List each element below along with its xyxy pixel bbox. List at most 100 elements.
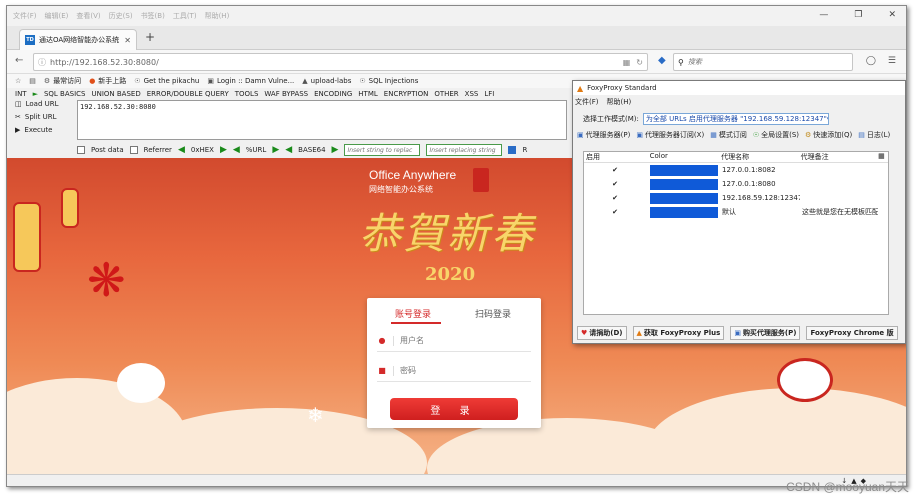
menu-edit[interactable]: 编辑(E) <box>45 11 69 21</box>
mouse-mascot <box>777 358 833 402</box>
url-right-arrow-icon[interactable]: ▶ <box>272 145 279 155</box>
referrer-checkbox[interactable] <box>129 146 138 154</box>
base64-right-arrow-icon[interactable]: ▶ <box>332 145 339 155</box>
donate-button[interactable]: ♥ 请捐助(D) <box>577 326 627 340</box>
get-plus-button[interactable]: ▲ 获取 FoxyProxy Plus <box>632 326 725 340</box>
cloud-decoration <box>647 388 906 474</box>
bookmark-dvwa[interactable]: ▣ Login :: Damn Vulne... <box>207 77 294 85</box>
insert-string-input[interactable] <box>344 144 421 156</box>
base64-left-arrow-icon[interactable]: ◀ <box>285 145 292 155</box>
hackbar-menu-xss[interactable]: XSS <box>465 90 479 98</box>
table-row[interactable]: ✔ 192.168.59.128:12347 <box>584 191 888 205</box>
replace-checkbox[interactable] <box>508 146 517 154</box>
post-data-label: Post data <box>91 146 124 154</box>
hackbar-menu-encoding[interactable]: ENCODING <box>314 90 352 98</box>
firework-icon: ❋ <box>87 253 126 307</box>
load-url-button[interactable]: ◫ Load URL <box>15 100 59 108</box>
hackbar-url-textarea[interactable]: 192.168.52.30:8080 <box>77 100 567 140</box>
hackbar-menu-waf[interactable]: WAF BYPASS <box>264 90 308 98</box>
menu-history[interactable]: 历史(S) <box>109 11 133 21</box>
password-input[interactable] <box>400 366 520 375</box>
mode-select[interactable]: 为全部 URLs 启用代理服务器 "192.168.59.128:12347" … <box>642 113 829 125</box>
mode-label: 选择工作模式(M): <box>583 115 639 123</box>
foxyproxy-titlebar: ▲ FoxyProxy Standard <box>573 81 905 95</box>
post-data-checkbox[interactable] <box>77 146 85 154</box>
bookmark-getting-started[interactable]: ● 新手上路 <box>89 76 126 86</box>
star-icon[interactable]: ☆ <box>15 77 21 85</box>
menu-bookmarks[interactable]: 书签(B) <box>141 11 165 21</box>
split-url-button[interactable]: ✂ Split URL <box>15 113 59 121</box>
hex-right-arrow-icon[interactable]: ▶ <box>220 145 227 155</box>
back-icon[interactable]: ← <box>15 55 23 66</box>
hamburger-menu-icon[interactable]: ☰ <box>888 56 896 66</box>
url-text[interactable]: http://192.168.52.30:8080/ <box>50 58 619 67</box>
username-input[interactable] <box>400 336 520 345</box>
close-window-icon[interactable]: ✕ <box>888 10 896 20</box>
folder-icon: ⚙ <box>43 77 51 85</box>
fp-menu-help[interactable]: 帮助(H) <box>607 97 632 107</box>
hackbar-menu-sql-basics[interactable]: SQL BASICS <box>44 90 86 98</box>
username-field: ● <box>377 330 531 352</box>
restore-icon[interactable]: ❐ <box>854 10 862 20</box>
tab-qr-login[interactable]: 扫码登录 <box>475 307 511 320</box>
password-field: ■ <box>377 360 531 382</box>
hackbar-menu: INT ► SQL BASICS UNION BASED ERROR/DOUBL… <box>15 88 494 100</box>
minimize-icon[interactable]: — <box>819 10 828 20</box>
fp-menu-file[interactable]: 文件(F) <box>575 97 599 107</box>
bookmark-pikachu[interactable]: ☉ Get the pikachu <box>134 77 199 85</box>
table-row[interactable]: ✔ 127.0.0.1:8080 <box>584 177 888 191</box>
upload-icon: ▲ <box>302 77 308 85</box>
url-left-arrow-icon[interactable]: ◀ <box>233 145 240 155</box>
color-swatch <box>650 206 718 218</box>
execute-button[interactable]: ▶ Execute <box>15 126 59 134</box>
hackbar-menu-union[interactable]: UNION BASED <box>91 90 140 98</box>
library-icon[interactable]: ▤ <box>29 77 36 85</box>
hackbar-menu-encryption[interactable]: ENCRYPTION <box>384 90 429 98</box>
search-icon: ⚲ <box>678 57 684 67</box>
color-swatch <box>650 178 718 190</box>
bookmark-most-visited[interactable]: ⚙ 最常访问 <box>44 76 81 86</box>
tab-close-icon[interactable]: ✕ <box>124 36 131 45</box>
window-controls: — ❐ ✕ <box>819 10 896 20</box>
chrome-version-button[interactable]: FoxyProxy Chrome 版 <box>806 326 898 340</box>
tool-quick-add[interactable]: ⚙ 快速添加(Q) <box>805 130 852 140</box>
hackbar-menu-int[interactable]: INT <box>15 90 27 98</box>
menu-view[interactable]: 查看(V) <box>76 11 100 21</box>
insert-replacing-input[interactable] <box>426 144 503 156</box>
seal-icon <box>473 168 489 192</box>
search-box[interactable]: ⚲ <box>673 53 853 71</box>
table-row[interactable]: ✔ 127.0.0.1:8082 <box>584 163 888 177</box>
tool-proxies[interactable]: ▣ 代理服务器(P) <box>577 130 630 140</box>
bookmark-upload-labs[interactable]: ▲ upload-labs <box>302 77 351 85</box>
tool-global-settings[interactable]: ☉ 全局设置(S) <box>753 130 799 140</box>
bookmark-sql-injections[interactable]: ☉ SQL Injections <box>359 77 418 85</box>
url-bar[interactable]: ⓘ http://192.168.52.30:8080/ ▦ ↻ <box>33 53 648 71</box>
site-info-icon[interactable]: ⓘ <box>38 57 46 68</box>
column-picker-icon[interactable]: ▦ <box>876 152 888 162</box>
extension-icon[interactable]: ◆ <box>658 55 666 66</box>
menu-help[interactable]: 帮助(H) <box>205 11 230 21</box>
tab-oa[interactable]: TD 通达OA网络智能办公系统 ✕ <box>19 29 137 50</box>
buy-proxy-button[interactable]: ▣ 购买代理服务(P) <box>730 326 801 340</box>
hackbar-menu-lfi[interactable]: LFI <box>484 90 494 98</box>
reader-icon[interactable]: ▦ <box>623 58 631 67</box>
search-input[interactable] <box>687 58 838 66</box>
new-tab-icon[interactable]: + <box>145 30 155 44</box>
reload-icon[interactable]: ↻ <box>636 58 643 67</box>
menu-tools[interactable]: 工具(T) <box>173 11 197 21</box>
tool-proxy-subscriptions[interactable]: ▣ 代理服务器订阅(X) <box>636 130 704 140</box>
table-row[interactable]: ✔ 默认 这些就是您在无模板匹配... <box>584 205 888 219</box>
firefox-icon: ● <box>89 77 96 85</box>
menu-file[interactable]: 文件(F) <box>13 11 37 21</box>
tool-logging[interactable]: ▤ 日志(L) <box>858 130 890 140</box>
hackbar-menu-html[interactable]: HTML <box>358 90 377 98</box>
hackbar-menu-tools[interactable]: TOOLS <box>235 90 259 98</box>
tool-pattern-subscriptions[interactable]: ▦ 模式订阅 <box>710 130 747 140</box>
login-button[interactable]: 登 录 <box>390 398 518 420</box>
tab-bar: TD 通达OA网络智能办公系统 ✕ + <box>7 26 906 50</box>
hackbar-menu-error[interactable]: ERROR/DOUBLE QUERY <box>147 90 229 98</box>
hex-left-arrow-icon[interactable]: ◀ <box>178 145 185 155</box>
pocket-icon[interactable]: ◯ <box>866 56 876 66</box>
hackbar-menu-other[interactable]: OTHER <box>434 90 458 98</box>
tab-account-login[interactable]: 账号登录 <box>395 307 431 320</box>
